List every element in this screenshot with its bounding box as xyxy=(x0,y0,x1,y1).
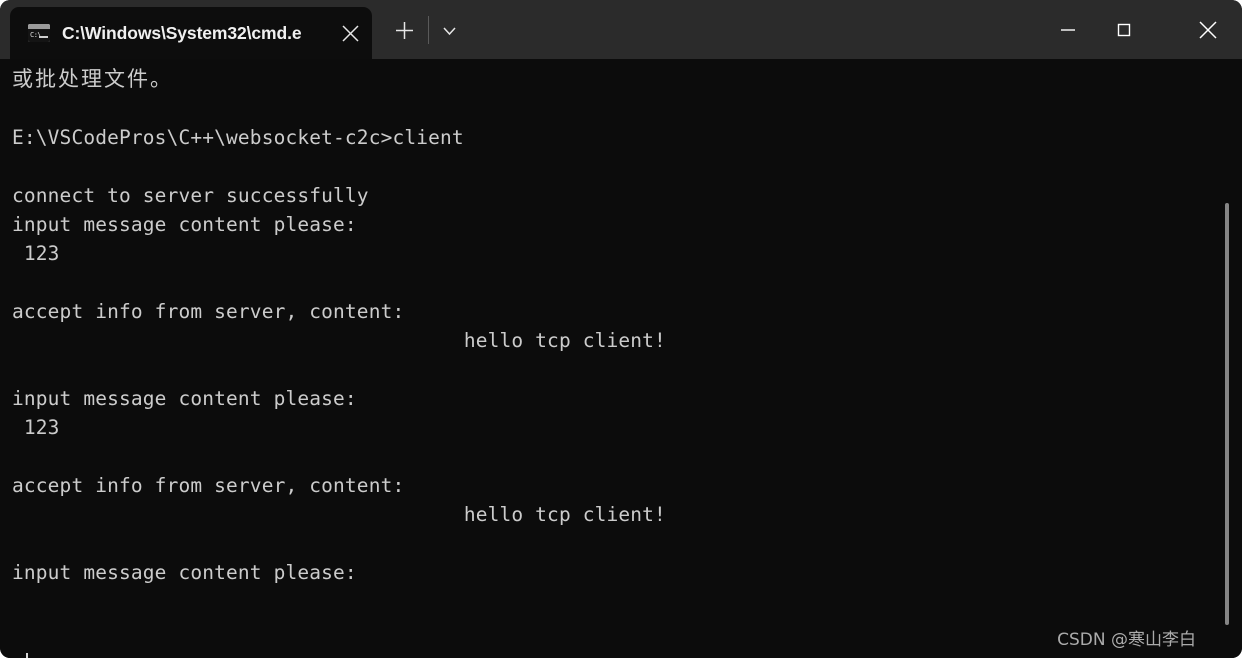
console-line: 或批处理文件。 xyxy=(12,67,173,91)
cmd-icon-underline xyxy=(39,36,48,38)
window-close-button[interactable] xyxy=(1180,0,1236,59)
console-line: 123 xyxy=(12,416,60,439)
console-line: E:\VSCodePros\C++\websocket-c2c>client xyxy=(12,126,464,149)
scrollbar-thumb[interactable] xyxy=(1225,203,1229,625)
tab-title: C:\Windows\System32\cmd.e xyxy=(62,22,302,43)
scrollbar-track[interactable] xyxy=(1221,59,1235,658)
console-output: 或批处理文件。 E:\VSCodePros\C++\websocket-c2c>… xyxy=(12,65,1242,587)
watermark-label: CSDN @寒山李白 xyxy=(1057,630,1196,650)
text-cursor xyxy=(26,653,28,658)
new-tab-button[interactable] xyxy=(382,8,426,52)
console-line: input message content please: xyxy=(12,213,357,236)
minimize-button[interactable] xyxy=(1040,0,1096,59)
console-line: accept info from server, content: xyxy=(12,300,405,323)
cmd-console-icon: C:\ xyxy=(28,24,50,42)
title-bar[interactable]: C:\ C:\Windows\System32\cmd.e xyxy=(0,0,1242,59)
terminal-content-area[interactable]: 或批处理文件。 E:\VSCodePros\C++\websocket-c2c>… xyxy=(0,59,1242,658)
maximize-button[interactable] xyxy=(1096,0,1152,59)
console-line: accept info from server, content: xyxy=(12,474,405,497)
chevron-down-icon[interactable] xyxy=(427,8,471,52)
tab-close-icon[interactable] xyxy=(328,11,372,55)
console-line: input message content please: xyxy=(12,387,357,410)
console-line: connect to server successfully xyxy=(12,184,369,207)
console-line: input message content please: xyxy=(12,561,357,584)
tab-cmd[interactable]: C:\ C:\Windows\System32\cmd.e xyxy=(10,7,372,59)
console-line: 123 xyxy=(12,242,60,265)
terminal-window: C:\ C:\Windows\System32\cmd.e 或批处理文件。 E:… xyxy=(0,0,1242,658)
console-line: hello tcp client! xyxy=(12,503,666,526)
console-line: hello tcp client! xyxy=(12,329,666,352)
